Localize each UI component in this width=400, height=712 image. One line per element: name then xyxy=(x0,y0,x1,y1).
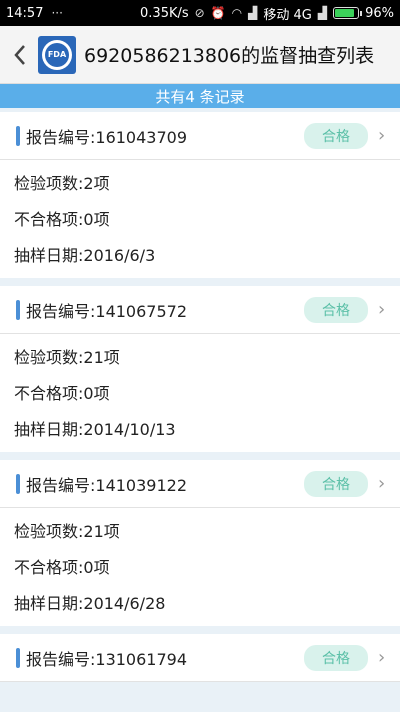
net-speed: 0.35K/s xyxy=(140,5,189,21)
record-header[interactable]: 报告编号:141039122 合格 › xyxy=(0,460,400,508)
record-count-bar: 共有4 条记录 xyxy=(0,84,400,108)
wifi-icon: ◠ xyxy=(231,6,243,20)
status-badge: 合格 xyxy=(304,296,368,323)
record-card[interactable]: 报告编号:141039122 合格 › 检验项数:21项 不合格项:0项 抽样日… xyxy=(0,460,400,626)
battery-icon xyxy=(333,7,363,19)
report-number: 报告编号:131061794 xyxy=(26,649,188,669)
accent-bar xyxy=(16,473,20,494)
carrier-label: 移动 4G xyxy=(263,7,312,23)
status-bar: 14:57 ··· 0.35K/s ⊘ ⏰ ◠ ▟ 移动 4G ▟ 96% xyxy=(0,0,400,26)
title-bar: FDA 6920586213806的监督抽查列表 xyxy=(0,26,400,84)
report-number: 报告编号:141039122 xyxy=(26,475,188,495)
sampling-date: 抽样日期:2016/6/3 xyxy=(14,246,156,265)
chevron-right-icon: › xyxy=(378,647,386,668)
accent-bar xyxy=(16,647,20,668)
sampling-date: 抽样日期:2014/10/13 xyxy=(14,420,176,439)
failed-items: 不合格项:0项 xyxy=(14,210,110,229)
record-header[interactable]: 报告编号:141067572 合格 › xyxy=(0,286,400,334)
alarm-icon: ⏰ xyxy=(210,6,226,20)
inspection-items: 检验项数:2项 xyxy=(14,174,110,193)
inspection-items: 检验项数:21项 xyxy=(14,348,120,367)
status-badge: 合格 xyxy=(304,470,368,497)
record-card[interactable]: 报告编号:131061794 合格 › xyxy=(0,634,400,682)
more-icon: ··· xyxy=(51,6,63,20)
sampling-date: 抽样日期:2014/6/28 xyxy=(14,594,166,613)
status-badge: 合格 xyxy=(304,644,368,671)
record-header[interactable]: 报告编号:131061794 合格 › xyxy=(0,634,400,682)
report-number: 报告编号:141067572 xyxy=(26,301,188,321)
failed-items: 不合格项:0项 xyxy=(14,384,110,403)
record-list: 报告编号:161043709 合格 › 检验项数:2项 不合格项:0项 抽样日期… xyxy=(0,108,400,682)
status-badge: 合格 xyxy=(304,122,368,149)
report-number: 报告编号:161043709 xyxy=(26,127,188,147)
record-card[interactable]: 报告编号:141067572 合格 › 检验项数:21项 不合格项:0项 抽样日… xyxy=(0,286,400,452)
cell-signal-icon: ▟ xyxy=(248,6,258,20)
back-button[interactable] xyxy=(6,35,34,75)
record-header[interactable]: 报告编号:161043709 合格 › xyxy=(0,112,400,160)
status-time: 14:57 xyxy=(6,5,44,21)
page-title: 6920586213806的监督抽查列表 xyxy=(84,45,375,67)
chevron-right-icon: › xyxy=(378,125,386,146)
accent-bar xyxy=(16,299,20,320)
inspection-items: 检验项数:21项 xyxy=(14,522,120,541)
signal-off-icon: ⊘ xyxy=(194,6,205,20)
logo-text: FDA xyxy=(45,42,69,67)
chevron-left-icon xyxy=(14,44,25,65)
accent-bar xyxy=(16,125,20,146)
fda-logo: FDA xyxy=(38,35,76,74)
chevron-right-icon: › xyxy=(378,473,386,494)
battery-percent: 96% xyxy=(365,5,394,21)
chevron-right-icon: › xyxy=(378,299,386,320)
cell-signal-icon-2: ▟ xyxy=(317,6,328,20)
failed-items: 不合格项:0项 xyxy=(14,558,110,577)
record-card[interactable]: 报告编号:161043709 合格 › 检验项数:2项 不合格项:0项 抽样日期… xyxy=(0,112,400,278)
